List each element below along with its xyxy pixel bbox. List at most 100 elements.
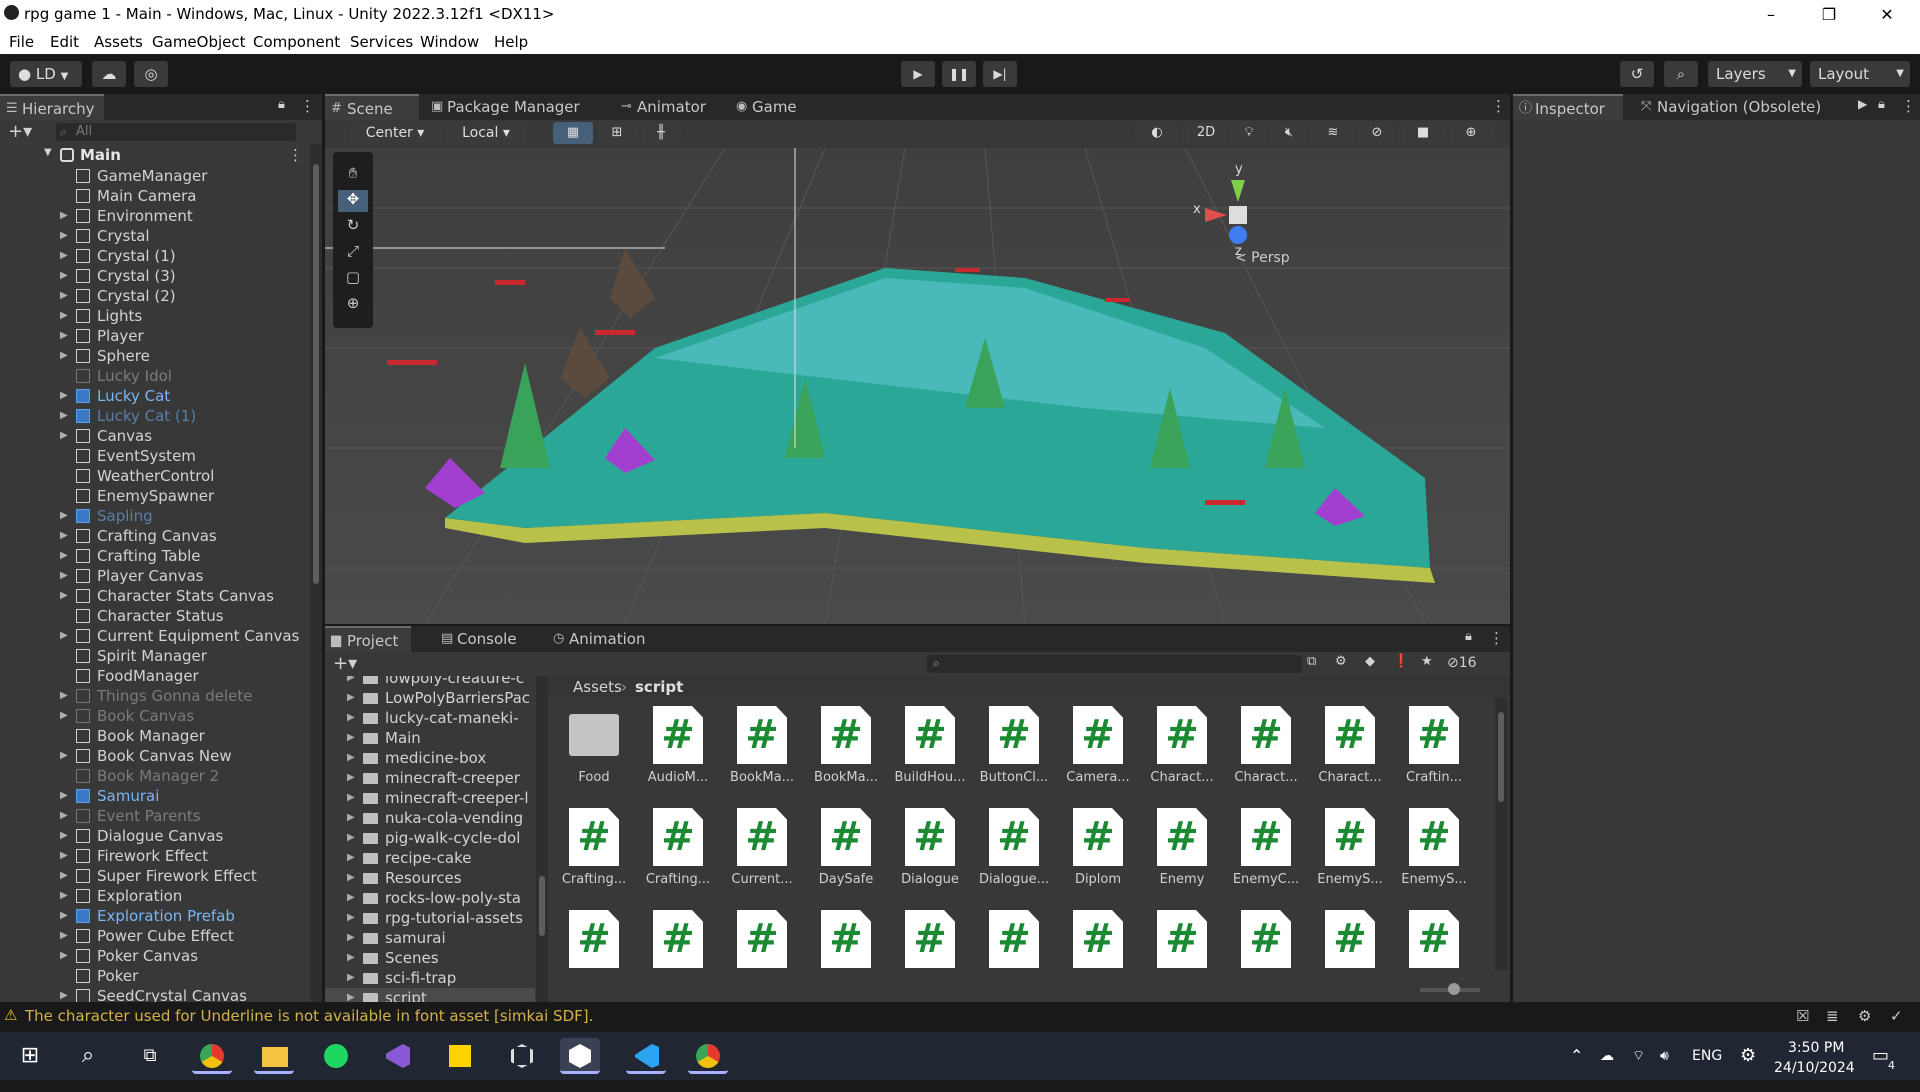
status-message[interactable]: The character used for Underline is not … xyxy=(25,1007,593,1025)
hierarchy-item[interactable]: Book Manager 2 xyxy=(0,766,310,786)
label-icon[interactable]: ◆ xyxy=(1365,654,1375,669)
chevron-right-icon[interactable]: ▶ xyxy=(347,848,355,868)
script-asset[interactable]: # Enemy xyxy=(1141,806,1221,902)
lock-icon[interactable]: 🔒︎ xyxy=(1878,97,1885,112)
vscode-icon[interactable] xyxy=(626,1038,666,1074)
rect-tool-icon[interactable]: ▢ xyxy=(338,268,368,290)
chevron-right-icon[interactable]: ▶ xyxy=(60,266,68,286)
onedrive-icon[interactable]: ☁ xyxy=(1600,1032,1614,1080)
hierarchy-item[interactable]: ▶ Book Canvas New xyxy=(0,746,310,766)
hierarchy-item[interactable]: ▶ Player xyxy=(0,326,310,346)
chevron-right-icon[interactable]: ▶ xyxy=(60,406,68,426)
chevron-right-icon[interactable]: ▶ xyxy=(60,866,68,886)
wifi-icon[interactable]: ⌔ xyxy=(1632,1032,1645,1080)
volume-icon[interactable]: 🔊︎ xyxy=(1660,1032,1669,1080)
layers-dropdown[interactable]: Layers ▼ xyxy=(1708,61,1802,87)
script-asset[interactable]: # BookMa... xyxy=(721,704,801,800)
hierarchy-item[interactable]: FoodManager xyxy=(0,666,310,686)
hierarchy-item[interactable]: ▶ Lucky Cat (1) xyxy=(0,406,310,426)
chevron-right-icon[interactable]: ▶ xyxy=(347,908,355,928)
asset-scrollbar[interactable] xyxy=(1495,698,1507,970)
maximize-button[interactable]: ❐ xyxy=(1800,0,1858,29)
chrome-icon[interactable] xyxy=(192,1038,232,1074)
transform-tool-icon[interactable]: ⊕ xyxy=(338,294,368,316)
chevron-right-icon[interactable]: ▶ xyxy=(60,806,68,826)
folder-tree-item[interactable]: ▶ Main xyxy=(325,728,535,748)
script-asset[interactable]: # Charact... xyxy=(1225,704,1305,800)
language-indicator[interactable]: ENG xyxy=(1692,1032,1722,1080)
script-asset[interactable]: # Dialogue xyxy=(889,806,969,902)
script-asset[interactable]: # xyxy=(721,908,801,1002)
spotify-icon[interactable] xyxy=(316,1038,356,1074)
chevron-right-icon[interactable]: ▶ xyxy=(347,708,355,728)
scale-tool-icon[interactable]: ⤢ xyxy=(338,242,368,264)
slider-thumb[interactable] xyxy=(1448,983,1460,995)
script-asset[interactable]: # EnemyS... xyxy=(1393,806,1473,902)
hierarchy-item[interactable]: ▶ Firework Effect xyxy=(0,846,310,866)
project-search-input[interactable]: ⌕ xyxy=(927,655,1302,673)
chevron-right-icon[interactable]: ▶ xyxy=(60,226,68,246)
chevron-right-icon[interactable]: ▶ xyxy=(60,346,68,366)
menu-window[interactable]: Window xyxy=(420,33,479,51)
settings-icon[interactable]: ⚙ xyxy=(1858,1007,1871,1025)
snap-button[interactable]: ⊞ xyxy=(597,122,637,144)
chevron-right-icon[interactable]: ▶ xyxy=(60,246,68,266)
chevron-right-icon[interactable]: ▶ xyxy=(60,686,68,706)
script-asset[interactable]: # Charact... xyxy=(1141,704,1221,800)
script-asset[interactable]: # xyxy=(1309,908,1389,1002)
folder-tree-item[interactable]: ▶ pig-walk-cycle-dol xyxy=(325,828,535,848)
folder-tree-item[interactable]: ▶ nuka-cola-vending xyxy=(325,808,535,828)
folder-tree-item[interactable]: ▶ rpg-tutorial-assets xyxy=(325,908,535,928)
search-icon[interactable]: ⌕ xyxy=(1664,61,1698,87)
chevron-right-icon[interactable]: ▶ xyxy=(347,828,355,848)
gizmo-center[interactable] xyxy=(1229,206,1247,224)
hierarchy-item[interactable]: ▶ Super Firework Effect xyxy=(0,866,310,886)
projection-label[interactable]: < Persp xyxy=(1235,250,1290,266)
scrollbar-thumb[interactable] xyxy=(1498,712,1504,802)
chevron-right-icon[interactable]: ▶ xyxy=(347,768,355,788)
play-button[interactable]: ▶ xyxy=(901,61,935,87)
space-dropdown[interactable]: Local ▾ xyxy=(445,122,527,144)
chevron-right-icon[interactable]: ▶ xyxy=(347,948,355,968)
chevron-right-icon[interactable]: ▶ xyxy=(60,326,68,346)
script-asset[interactable]: # BookMa... xyxy=(805,704,885,800)
folder-tree-item[interactable]: ▶ minecraft-creeper xyxy=(325,768,535,788)
hierarchy-item[interactable]: ▶ Dialogue Canvas xyxy=(0,826,310,846)
hierarchy-item[interactable]: WeatherControl xyxy=(0,466,310,486)
folder-tree-item[interactable]: ▶ Scenes xyxy=(325,948,535,968)
chevron-right-icon[interactable]: ▶ xyxy=(60,426,68,446)
chevron-right-icon[interactable]: ▶ xyxy=(60,586,68,606)
hierarchy-search-input[interactable]: ⌕ All xyxy=(56,123,296,141)
folder-tree-item[interactable]: ▶ sci-fi-trap xyxy=(325,968,535,988)
check-icon[interactable]: ✓ xyxy=(1890,1007,1903,1025)
script-asset[interactable]: # Dialogue... xyxy=(973,806,1053,902)
script-asset[interactable]: # Diplom xyxy=(1057,806,1137,902)
folder-tree-item[interactable]: ▶ recipe-cake xyxy=(325,848,535,868)
chevron-right-icon[interactable]: ▶ xyxy=(60,206,68,226)
chevron-right-icon[interactable]: ▶ xyxy=(60,506,68,526)
settings-icon[interactable]: ⚙ xyxy=(1740,1032,1756,1080)
icon-size-slider[interactable] xyxy=(1420,983,1480,995)
task-view-icon[interactable]: ⧉ xyxy=(130,1038,170,1074)
chevron-right-icon[interactable]: ▶ xyxy=(347,868,355,888)
chevron-right-icon[interactable]: ▶ xyxy=(347,788,355,808)
chevron-right-icon[interactable]: ▶ xyxy=(347,988,355,1002)
hierarchy-item[interactable]: ▶ Sphere xyxy=(0,346,310,366)
menu-edit[interactable]: Edit xyxy=(50,33,79,51)
visual-studio-icon[interactable] xyxy=(378,1038,418,1074)
chevron-right-icon[interactable]: ▶ xyxy=(60,986,68,1002)
chevron-right-icon[interactable]: ▶ xyxy=(60,526,68,546)
more-menu-icon[interactable]: ⋮ xyxy=(1491,97,1506,115)
menu-file[interactable]: File xyxy=(9,33,34,51)
hierarchy-item[interactable]: ▶ Sapling xyxy=(0,506,310,526)
script-asset[interactable]: # Camera... xyxy=(1057,704,1137,800)
chevron-right-icon[interactable]: ▶ xyxy=(60,566,68,586)
orientation-gizmo[interactable]: y x z < Persp xyxy=(1191,162,1311,274)
folder-tree-item[interactable]: ▶ LowPolyBarriersPac xyxy=(325,688,535,708)
menu-gameobject[interactable]: GameObject xyxy=(152,33,246,51)
hand-tool-icon[interactable]: ✋︎ xyxy=(338,164,368,186)
more-menu-icon[interactable]: ⋮ xyxy=(300,97,315,115)
hierarchy-item[interactable]: ▶ Current Equipment Canvas xyxy=(0,626,310,646)
hierarchy-item[interactable]: ▶ Player Canvas xyxy=(0,566,310,586)
hierarchy-item[interactable]: EventSystem xyxy=(0,446,310,466)
